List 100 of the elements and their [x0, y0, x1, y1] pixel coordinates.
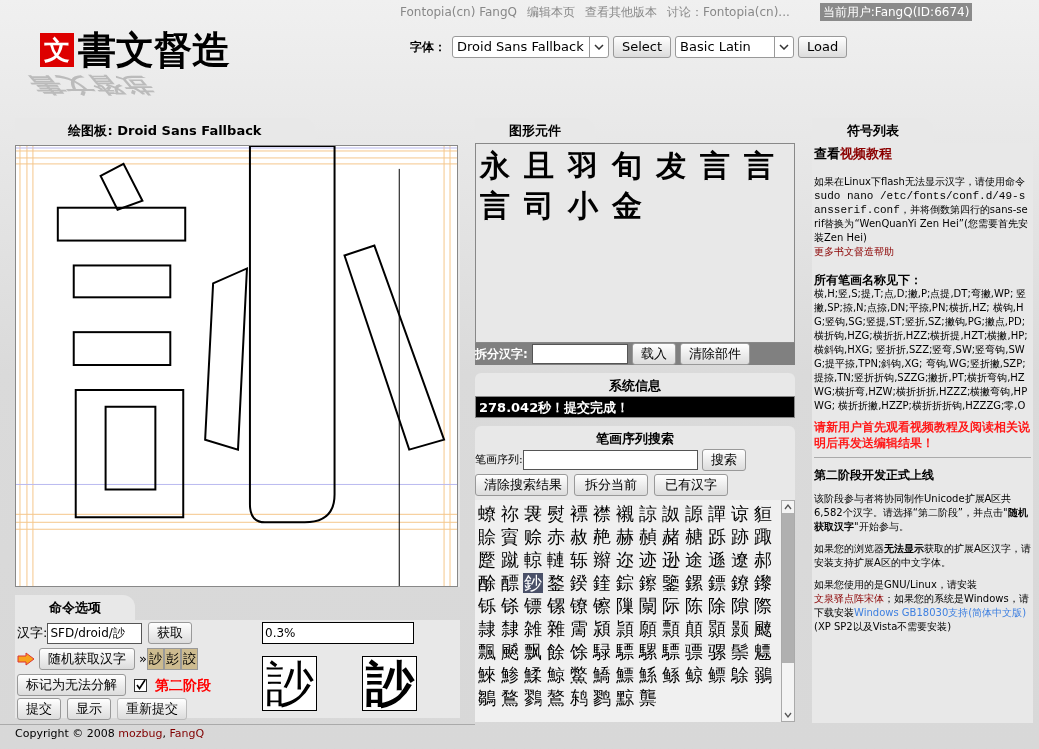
- result-char[interactable]: 鶸: [753, 665, 773, 685]
- search-action-button[interactable]: 清除搜索结果: [475, 474, 568, 496]
- result-char[interactable]: 际: [661, 596, 681, 616]
- range-select[interactable]: Basic Latin: [675, 36, 795, 58]
- result-char[interactable]: 轋: [546, 550, 566, 570]
- result-char[interactable]: 謜: [684, 504, 704, 524]
- result-char[interactable]: 鯨: [546, 665, 566, 685]
- result-char[interactable]: 跡: [730, 527, 750, 547]
- result-char[interactable]: 雜: [546, 619, 566, 639]
- load-parts-button[interactable]: 载入: [631, 343, 676, 365]
- result-char[interactable]: 襟: [592, 504, 612, 524]
- component-glyph[interactable]: 旬: [612, 146, 642, 186]
- load-button[interactable]: Load: [798, 36, 848, 58]
- random-button[interactable]: 随机获取汉字: [39, 648, 135, 670]
- result-char[interactable]: 鑒: [661, 573, 681, 593]
- result-char[interactable]: 騾: [638, 642, 658, 662]
- result-char[interactable]: 鑗: [753, 573, 773, 593]
- result-char[interactable]: 霌: [569, 619, 589, 639]
- result-char[interactable]: 赯: [684, 527, 704, 547]
- result-char[interactable]: 鈔: [523, 573, 543, 593]
- result-char[interactable]: 賨: [500, 527, 520, 547]
- result-char[interactable]: 願: [638, 619, 658, 639]
- result-char[interactable]: 鵌: [730, 665, 750, 685]
- result-char[interactable]: 醥: [500, 573, 520, 593]
- stroke-field[interactable]: [522, 450, 698, 470]
- char-field[interactable]: SFD/droid/訬: [47, 622, 143, 644]
- glyph-drawing[interactable]: [15, 145, 458, 587]
- result-char[interactable]: 迩: [615, 550, 635, 570]
- result-char[interactable]: 鶩: [500, 688, 520, 708]
- result-char[interactable]: 赫: [615, 527, 635, 547]
- component-glyph[interactable]: 言: [700, 146, 730, 186]
- result-char[interactable]: 飉: [753, 619, 773, 639]
- result-char[interactable]: 顥: [707, 619, 727, 639]
- result-char[interactable]: 赤: [546, 527, 566, 547]
- result-char[interactable]: 轹: [569, 550, 589, 570]
- result-char[interactable]: 迹: [638, 550, 658, 570]
- result-char[interactable]: 遼: [730, 550, 750, 570]
- result-char[interactable]: 鹨: [592, 688, 612, 708]
- result-char[interactable]: 鍨: [569, 573, 589, 593]
- result-char[interactable]: 跞: [707, 527, 727, 547]
- result-char[interactable]: 賒: [477, 527, 497, 547]
- result-char[interactable]: 铄: [477, 596, 497, 616]
- result-char[interactable]: 飇: [500, 642, 520, 662]
- search-action-button[interactable]: 已有汉字: [654, 474, 728, 496]
- result-char[interactable]: 詉: [661, 504, 681, 524]
- component-glyph[interactable]: 羽: [568, 146, 598, 186]
- result-char[interactable]: 镙: [546, 596, 566, 616]
- result-char[interactable]: 隷: [477, 619, 497, 639]
- component-glyph[interactable]: 永: [480, 146, 510, 186]
- result-char[interactable]: 酴: [477, 573, 497, 593]
- result-char[interactable]: 辮: [592, 550, 612, 570]
- stage-checkbox[interactable]: [134, 678, 147, 692]
- result-char[interactable]: 熨: [546, 504, 566, 524]
- result-char[interactable]: 貆: [753, 504, 773, 524]
- result-char[interactable]: 鲧: [661, 665, 681, 685]
- result-char[interactable]: 騄: [592, 642, 612, 662]
- result-char[interactable]: 鳔: [707, 665, 727, 685]
- result-char[interactable]: 鱎: [592, 665, 612, 685]
- result-char[interactable]: 鯀: [638, 665, 658, 685]
- result-char[interactable]: 際: [753, 596, 773, 616]
- result-char[interactable]: 諒: [638, 504, 658, 524]
- search-action-button[interactable]: 拆分当前: [574, 474, 648, 496]
- result-char[interactable]: 鯵: [500, 665, 520, 685]
- result-char[interactable]: 陈: [684, 596, 704, 616]
- result-char[interactable]: 襯: [615, 504, 635, 524]
- result-char[interactable]: 袰: [523, 504, 543, 524]
- result-char[interactable]: 鏍: [684, 573, 704, 593]
- scroll-thumb[interactable]: [782, 513, 794, 663]
- video-link[interactable]: 视频教程: [840, 146, 892, 161]
- result-char[interactable]: 镲: [592, 596, 612, 616]
- result-char[interactable]: 骠: [684, 642, 704, 662]
- result-char[interactable]: 鬃: [730, 642, 750, 662]
- result-char[interactable]: 鯠: [477, 665, 497, 685]
- split-field[interactable]: [531, 344, 628, 364]
- result-char[interactable]: 顛: [684, 619, 704, 639]
- result-char[interactable]: 鱉: [569, 665, 589, 685]
- result-char[interactable]: 鑔: [638, 573, 658, 593]
- action-button[interactable]: 提交: [17, 698, 61, 720]
- unsplittable-button[interactable]: 标记为无法分解: [17, 674, 126, 696]
- result-char[interactable]: 顠: [661, 619, 681, 639]
- result-char[interactable]: 隟: [615, 596, 635, 616]
- result-char[interactable]: 鷚: [523, 688, 543, 708]
- help-link[interactable]: 更多书文督造帮助: [814, 245, 1031, 259]
- result-char[interactable]: 鍷: [592, 573, 612, 593]
- result-char[interactable]: 輬: [523, 550, 543, 570]
- component-glyph[interactable]: 言: [480, 186, 510, 226]
- result-char[interactable]: 谅: [730, 504, 750, 524]
- result-char[interactable]: 鏢: [707, 573, 727, 593]
- component-glyph[interactable]: 犮: [656, 146, 686, 186]
- result-char[interactable]: 鐐: [730, 573, 750, 593]
- result-char[interactable]: 潁: [592, 619, 612, 639]
- result-char[interactable]: 赭: [661, 527, 681, 547]
- result-char[interactable]: 踙: [753, 527, 773, 547]
- select-button[interactable]: Select: [613, 36, 672, 58]
- result-char[interactable]: 蹴: [500, 550, 520, 570]
- scrollbar[interactable]: [781, 500, 795, 722]
- result-char[interactable]: 镣: [569, 596, 589, 616]
- clear-parts-button[interactable]: 清除部件: [679, 343, 750, 365]
- result-char[interactable]: 途: [684, 550, 704, 570]
- result-char[interactable]: 龒: [638, 688, 658, 708]
